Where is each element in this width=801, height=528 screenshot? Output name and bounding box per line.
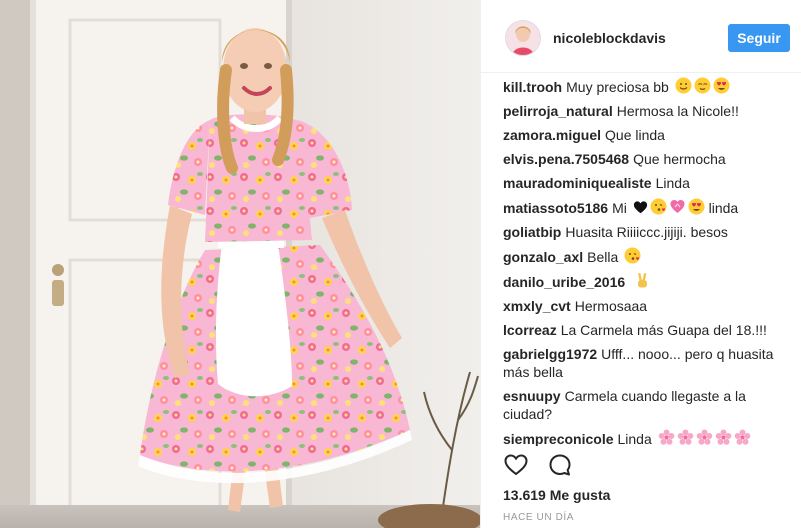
heart-eyes-emoji-icon — [713, 77, 730, 94]
comment-username[interactable]: lcorreaz — [503, 322, 557, 338]
comment: siempreconicole Linda — [503, 429, 793, 446]
comment: zamora.miguel Que linda — [503, 126, 793, 144]
blossom-emoji-icon — [734, 429, 750, 445]
comment-username[interactable]: danilo_uribe_2016 — [503, 274, 625, 290]
heart-outline-icon[interactable] — [503, 452, 531, 480]
comment: gonzalo_axl Bella — [503, 247, 793, 266]
blossom-emoji-icon — [696, 429, 712, 445]
comment: danilo_uribe_2016 — [503, 272, 793, 291]
comment: esnuupy Carmela cuando llegaste a la ciud… — [503, 387, 793, 423]
comment-username[interactable]: goliatbip — [503, 224, 561, 240]
comment-username[interactable]: matiassoto5186 — [503, 200, 608, 216]
comment-text: Que hermocha — [633, 151, 726, 167]
comment-text: Linda — [617, 431, 652, 446]
comment-username[interactable]: pelirroja_natural — [503, 103, 613, 119]
comment-username[interactable]: esnuupy — [503, 388, 561, 404]
comments-list: kill.trooh Muy preciosa bb pelirroja_natu… — [503, 74, 793, 446]
comment-text: Bella — [587, 249, 619, 265]
heart-eyes-emoji-icon — [688, 198, 705, 215]
comment: xmxly_cvt Hermosaaa — [503, 297, 793, 315]
post-photo — [0, 0, 480, 528]
smile-emoji-icon — [675, 77, 692, 94]
comment-text: Que linda — [605, 127, 665, 143]
comment-username[interactable]: gonzalo_axl — [503, 249, 583, 265]
comment-username[interactable]: kill.trooh — [503, 79, 562, 95]
follow-button[interactable]: Seguir — [728, 24, 790, 52]
avatar[interactable] — [505, 20, 541, 56]
comment-text: Muy preciosa bb — [566, 79, 669, 95]
comment-text: La Carmela más Guapa del 18.!!! — [560, 322, 767, 338]
comment-username[interactable]: xmxly_cvt — [503, 298, 571, 314]
comment-text: Mi — [612, 200, 627, 216]
comment-text: Hermosa la Nicole!! — [616, 103, 739, 119]
photo-scene — [0, 0, 480, 528]
comment-text: Linda — [655, 175, 690, 191]
comment: matiassoto5186 Mi linda — [503, 198, 793, 217]
speech-bubble-icon[interactable] — [547, 452, 575, 480]
likes-count[interactable]: 13.619 Me gusta — [503, 487, 610, 503]
post-header: nicoleblockdavis Seguir — [481, 0, 801, 73]
comment: goliatbip Huasita Riiiiccc.jijiji. besos — [503, 223, 793, 241]
blossom-emoji-icon — [715, 429, 731, 445]
victory-hand-emoji-icon — [638, 273, 648, 288]
comment: elvis.pena.7505468 Que hermocha — [503, 150, 793, 168]
post-actions — [503, 452, 587, 480]
comment-text: Huasita Riiiiccc.jijiji. besos — [565, 224, 728, 240]
comment-username[interactable]: mauradominiquealiste — [503, 175, 652, 191]
post-timestamp: HACE UN DÍA — [503, 512, 575, 523]
comment-username[interactable]: gabrielgg1972 — [503, 346, 597, 362]
comment-text-after: linda — [708, 200, 739, 216]
comment: gabrielgg1972 Ufff... nooo... pero q huas… — [503, 345, 793, 381]
comment: kill.trooh Muy preciosa bb — [503, 77, 793, 96]
comment-username[interactable]: zamora.miguel — [503, 127, 601, 143]
comment: pelirroja_natural Hermosa la Nicole!! — [503, 102, 793, 120]
post-username[interactable]: nicoleblockdavis — [553, 30, 666, 46]
comment-username[interactable]: siempreconicole — [503, 431, 614, 446]
comment-text: Hermosaaa — [574, 298, 648, 314]
comment: mauradominiquealiste Linda — [503, 174, 793, 192]
avatar-image — [506, 21, 540, 55]
relieved-emoji-icon — [694, 77, 711, 94]
post-sidebar: nicoleblockdavis Seguir kill.trooh Muy pr… — [480, 0, 801, 528]
ribbon-heart-emoji-icon — [670, 200, 685, 213]
comment: lcorreaz La Carmela más Guapa del 18.!!! — [503, 321, 793, 339]
kiss-emoji-icon — [650, 198, 667, 215]
heart-emoji-icon — [633, 201, 647, 214]
comment-username[interactable]: elvis.pena.7505468 — [503, 151, 629, 167]
blossom-emoji-icon — [658, 429, 674, 445]
kiss-emoji-icon — [624, 247, 641, 264]
blossom-emoji-icon — [677, 429, 693, 445]
